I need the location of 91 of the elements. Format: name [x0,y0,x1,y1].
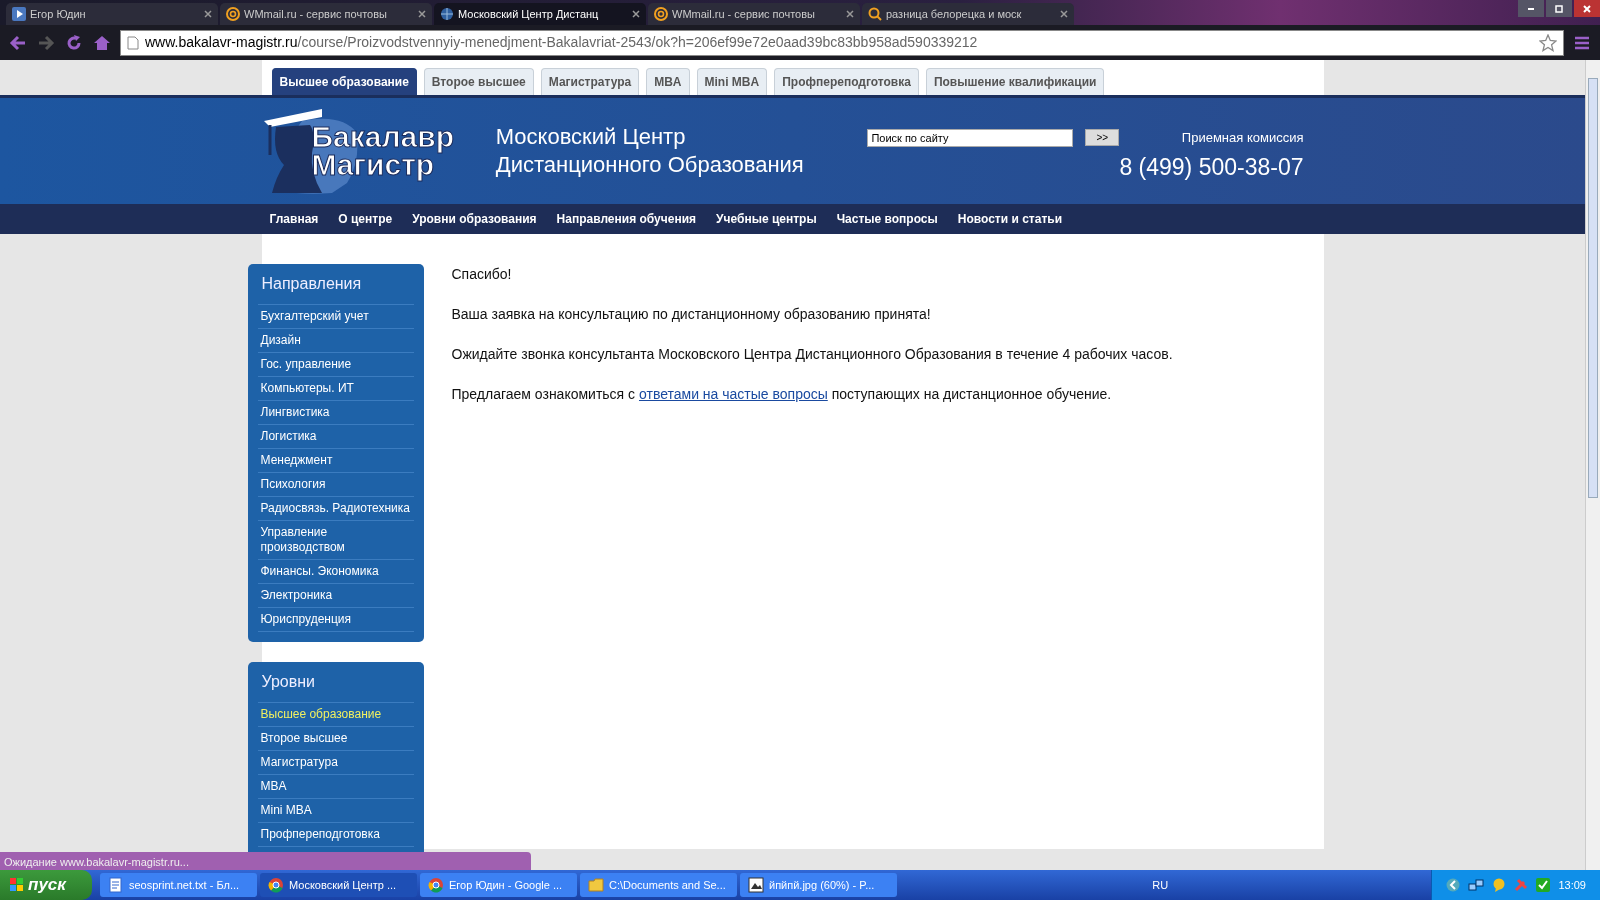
browser-tab[interactable]: WMmail.ru - сервис почтовы [648,3,860,25]
sidebar-link[interactable]: Гос. управление [257,353,414,377]
windows-logo-icon [10,878,24,892]
paragraph: Ожидайте звонка консультанта Московского Центра Дистанционного Образования в течение 4 рабочих часов. [451,345,1173,364]
sidebar-link[interactable]: Дизайн [257,329,414,353]
browser-tab[interactable]: WMmail.ru - сервис почтовы [220,3,432,25]
close-icon[interactable] [632,10,640,18]
paragraph: Предлагаем ознакомиться с ответами на частые вопросы поступающих на дистанционное обучение. [451,385,1113,404]
image-icon [748,877,764,893]
sidebar-link[interactable]: Второе высшее [257,727,414,751]
check-icon[interactable] [1536,878,1551,892]
sidebar-link[interactable]: Высшее образование [257,703,414,727]
sidebar-link[interactable]: Управление производством [257,521,414,560]
browser-tab[interactable]: разница белорецка и моск [862,3,1074,25]
level-tab[interactable]: Mini MBA [696,68,768,95]
search-field[interactable]: Поиск по сайту [867,129,1074,147]
taskbar-button[interactable]: Егор Юдин - Google ... [420,873,577,897]
nav-link[interactable]: Главная [269,210,319,228]
phone-number: 8 (499) 500-38-07 [1119,152,1304,182]
menu-icon[interactable] [1574,35,1590,50]
sidebar-link[interactable]: Лингвистика [257,401,414,425]
magnifier-icon [868,7,882,21]
nav-link[interactable]: Уровни образования [412,210,537,228]
page-icon [127,35,139,50]
close-icon[interactable] [418,10,426,18]
sidebar-link[interactable]: Менеджмент [257,449,414,473]
notepad-icon [108,877,124,893]
level-tab[interactable]: Профпереподготовка [774,68,919,95]
level-tab[interactable]: Высшее образование [271,68,417,95]
level-tab[interactable]: MBA [646,68,690,95]
folder-icon [588,877,604,893]
start-button[interactable]: пуск [0,870,92,900]
scrollbar[interactable] [1585,60,1600,870]
level-tab[interactable]: Магистратура [540,68,640,95]
search-button[interactable]: >> [1085,129,1120,146]
close-button[interactable] [1574,0,1600,17]
globe-icon [440,7,454,21]
sidebar-link[interactable]: Электроника [257,584,414,608]
faq-link[interactable]: ответами на частые вопросы [639,386,828,402]
sidebar-link[interactable]: Магистратура [257,751,414,775]
sidebar-heading: Уровни [257,662,414,703]
language-indicator[interactable]: RU [1152,876,1169,894]
browser-tab[interactable]: Московский Центр Дистанц [434,3,646,25]
logo-text: Бакалавр Магистр [311,123,454,179]
sidebar-link[interactable]: MBA [257,775,414,799]
browser-tab[interactable]: Егор Юдин [6,3,218,25]
level-tab[interactable]: Второе высшее [423,68,534,95]
taskbar-button[interactable]: seosprint.net.txt - Бл... [100,873,257,897]
admissions-label: Приемная комиссия [1180,129,1304,147]
sidebar-link[interactable]: Профпереподготовка [257,823,414,847]
close-icon[interactable] [204,10,212,18]
at-sign-icon [654,7,668,21]
minimize-icon [1526,5,1536,12]
address-bar[interactable]: www.bakalavr-magistr.ru/course/Proizvodstvennyiy-menedjment-Bakalavriat-2543/ok?h=206ef99e72e0aad39bc83bb958ad590339212 [120,29,1564,56]
chevron-icon[interactable] [1446,878,1461,892]
sidebar-link[interactable]: Логистика [257,425,414,449]
taskbar-button[interactable]: Московский Центр ... [260,873,417,897]
close-icon[interactable] [846,10,854,18]
status-bubble: Ожидание www.bakalavr-magistr.ru... [0,852,531,870]
maximize-icon [1554,3,1564,14]
nav-link[interactable]: Направления обучения [556,210,697,228]
paragraph: Ваша заявка на консультацию по дистанционному образованию принята! [451,305,932,324]
sidebar-heading: Направления [257,264,414,305]
nav-link[interactable]: Частые вопросы [836,210,938,228]
sidebar-link[interactable]: Бухгалтерский учет [257,305,414,329]
sidebar-link[interactable]: Mini MBA [257,799,414,823]
star-icon[interactable] [1539,33,1557,52]
sidebar-link[interactable]: Финансы. Экономика [257,560,414,584]
sidebar-link[interactable]: Психология [257,473,414,497]
nav-link[interactable]: Учебные центры [716,210,817,228]
site-title: Московский Центр Дистанционного Образования [495,123,805,179]
minimize-button[interactable] [1518,0,1544,17]
taskbar-button[interactable]: C:\Documents and Se... [580,873,737,897]
network-icon[interactable] [1468,878,1485,892]
close-icon[interactable] [1060,10,1068,18]
nav-link[interactable]: О центре [338,210,393,228]
nav-link[interactable]: Новости и статьи [957,210,1062,228]
at-sign-icon [226,7,240,21]
sidebar-link[interactable]: Компьютеры. ИТ [257,377,414,401]
close-icon [1582,3,1592,14]
taskbar-button[interactable]: йпйпй.jpg (60%) - P... [740,873,897,897]
paragraph: Спасибо! [451,265,513,284]
level-tab[interactable]: Повышение квалификации [925,68,1105,95]
sidebar-link[interactable]: Юриспруденция [257,608,414,632]
chrome-icon [428,877,444,893]
scrollbar-thumb[interactable] [1588,78,1598,498]
play-icon [12,7,26,21]
sidebar-link[interactable]: Радиосвязь. Радиотехника [257,497,414,521]
maximize-button[interactable] [1546,0,1572,17]
chrome-icon [268,877,284,893]
clock: 13:09 [1558,877,1586,893]
